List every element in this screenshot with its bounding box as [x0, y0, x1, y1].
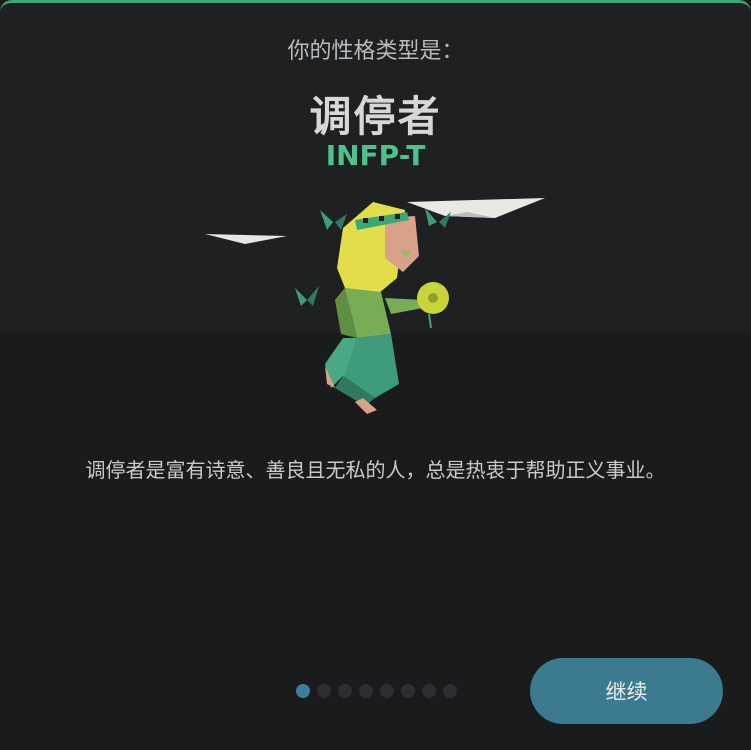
- pagination-dot-1[interactable]: [296, 684, 310, 698]
- pagination-dot-5[interactable]: [380, 684, 394, 698]
- pagination-dot-6[interactable]: [401, 684, 415, 698]
- pagination-dot-2[interactable]: [317, 684, 331, 698]
- continue-button[interactable]: 继续: [530, 658, 723, 724]
- personality-description: 调停者是富有诗意、善良且无私的人，总是热衷于帮助正义事业。: [85, 458, 666, 482]
- personality-type-code: INFP-T: [325, 139, 426, 172]
- butterfly-icon-1: [320, 210, 347, 230]
- pagination-dot-7[interactable]: [422, 684, 436, 698]
- pagination-dot-3[interactable]: [338, 684, 352, 698]
- mediator-illustration: [205, 198, 545, 414]
- butterfly-icon-3: [295, 286, 319, 306]
- pagination-dot-8[interactable]: [443, 684, 457, 698]
- paper-plane-left: [205, 234, 287, 244]
- result-card: 你的性格类型是： 调停者 INFP-T 调停者是富有诗意、善良且无私的人，总是热…: [0, 0, 751, 750]
- pagination-dots: [296, 684, 457, 698]
- personality-type-name: 调停者: [309, 92, 442, 141]
- pagination-dot-4[interactable]: [359, 684, 373, 698]
- result-subtitle: 你的性格类型是：: [287, 39, 464, 64]
